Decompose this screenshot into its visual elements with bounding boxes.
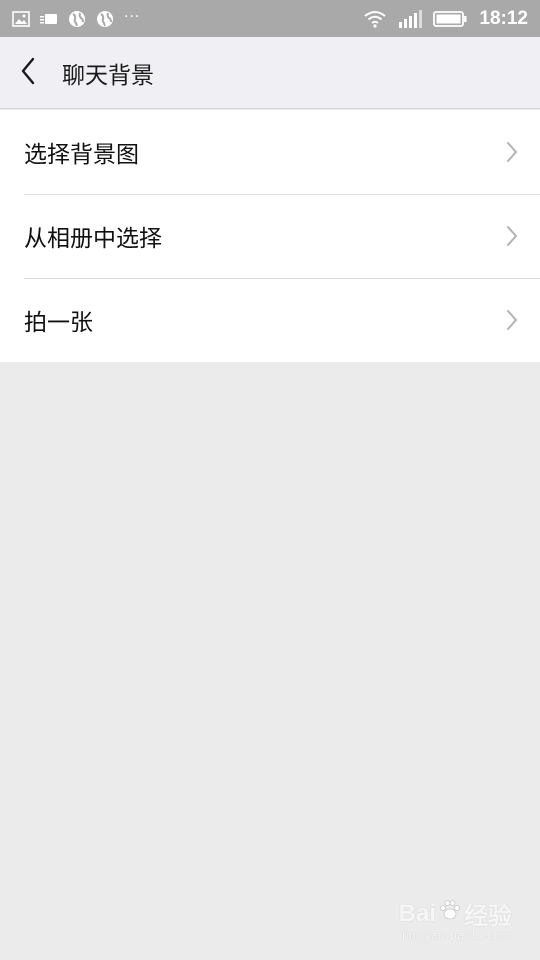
- battery-icon: [433, 10, 467, 27]
- signal-icon: [397, 9, 423, 28]
- status-right-icons: 18:12: [363, 8, 528, 30]
- wifi-icon: [363, 10, 387, 28]
- page-title: 聊天背景: [62, 62, 154, 89]
- status-left-icons: ···: [12, 8, 141, 28]
- choose-background-item[interactable]: 选择背景图: [0, 110, 540, 194]
- status-time: 18:12: [479, 7, 528, 29]
- image-icon: [12, 10, 30, 27]
- take-photo-item[interactable]: 拍一张: [0, 278, 540, 362]
- list-item-label: 拍一张: [24, 310, 93, 336]
- baidu-jingyan-watermark: Bai 经验 jingyan.baidu.com: [399, 896, 512, 943]
- background-options-list: 选择背景图 从相册中选择 拍一张: [0, 110, 540, 362]
- watermark-url: jingyan.baidu.com: [401, 929, 512, 942]
- list-item-label: 选择背景图: [24, 142, 139, 168]
- watermark-brand-text: Bai: [398, 899, 436, 927]
- watermark-brand: Bai 经验: [399, 896, 512, 931]
- globe-icon: [68, 10, 86, 28]
- more-dots-icon: ···: [124, 8, 141, 25]
- back-arrow-icon: [20, 57, 36, 89]
- choose-from-album-item[interactable]: 从相册中选择: [0, 194, 540, 278]
- chevron-right-icon: [504, 224, 520, 248]
- globe-icon: [96, 10, 114, 28]
- paw-icon: [438, 898, 462, 929]
- watermark-suffix-text: 经验: [464, 903, 512, 930]
- chevron-right-icon: [504, 308, 520, 332]
- chevron-right-icon: [504, 140, 520, 164]
- back-button[interactable]: [0, 37, 56, 109]
- screen: ··· 18:12 聊天背景 选择背景图 从相册中选择 拍一张 Bai 经验 j…: [0, 0, 540, 960]
- tag-icon: [40, 13, 58, 25]
- nav-bar: 聊天背景: [0, 37, 540, 109]
- list-item-label: 从相册中选择: [24, 226, 162, 252]
- status-bar: ··· 18:12: [0, 0, 540, 37]
